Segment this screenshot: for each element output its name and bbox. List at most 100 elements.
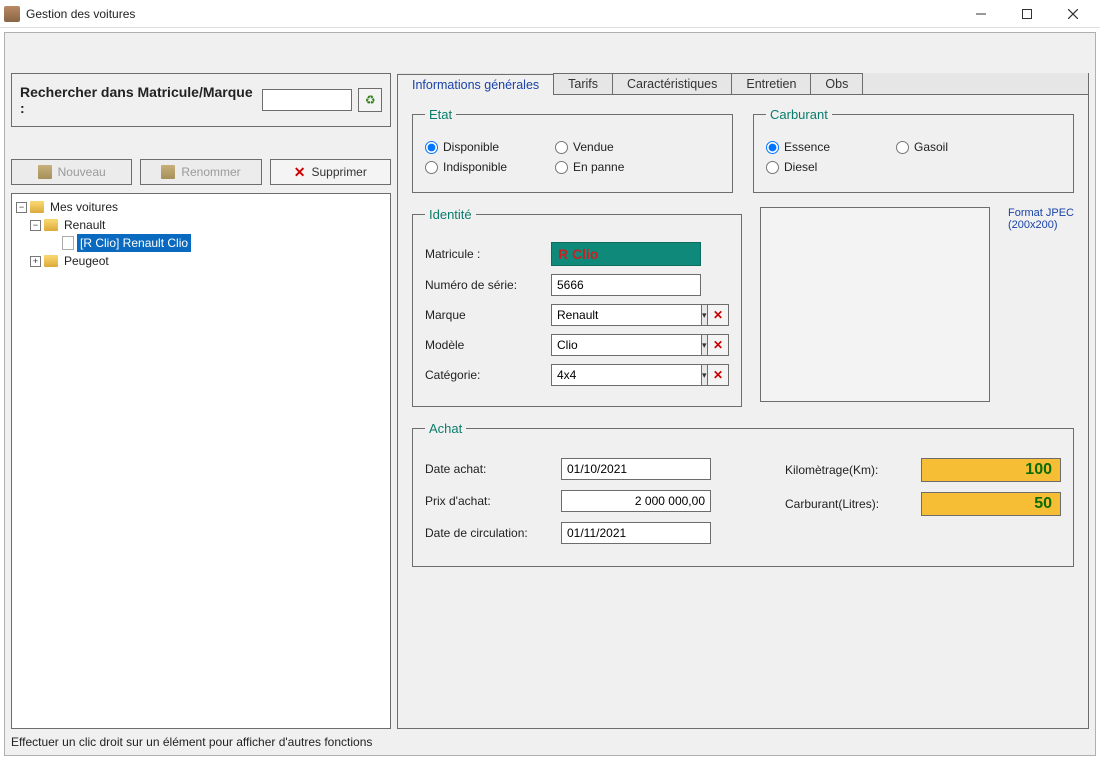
rename-button-label: Renommer: [181, 165, 240, 179]
tab-body: Etat Disponible Vendue: [398, 95, 1088, 728]
tab-obs[interactable]: Obs: [810, 73, 863, 94]
photo-placeholder[interactable]: [760, 207, 990, 402]
tree-view[interactable]: − Mes voitures − Renault [R Clio] Renaul…: [11, 193, 391, 729]
document-icon: [62, 236, 74, 250]
km-label: Kilomètrage(Km):: [785, 463, 915, 477]
radio-disponible-input[interactable]: [425, 141, 438, 154]
rename-button[interactable]: Renommer: [140, 159, 261, 185]
radio-enpanne-input[interactable]: [555, 161, 568, 174]
modele-combo[interactable]: ▾: [551, 334, 701, 356]
radio-diesel[interactable]: Diesel: [766, 160, 870, 174]
cross-icon: ✕: [713, 368, 723, 382]
achat-group: Achat Date achat: Prix d'achat:: [412, 421, 1074, 567]
date-circulation-input[interactable]: [561, 522, 711, 544]
radio-enpanne[interactable]: En panne: [555, 160, 659, 174]
radio-vendue-input[interactable]: [555, 141, 568, 154]
tab-tarifs[interactable]: Tarifs: [553, 73, 613, 94]
minimize-icon: [976, 9, 986, 19]
photo-hint: Format JPEC (200x200): [1008, 207, 1074, 421]
tabs-container: Informations générales Tarifs Caractéris…: [397, 73, 1089, 729]
folder-icon: [38, 165, 52, 179]
achat-legend: Achat: [425, 421, 466, 436]
tab-informations-generales[interactable]: Informations générales: [397, 74, 554, 95]
delete-button-label: Supprimer: [312, 165, 367, 179]
radio-indisponible[interactable]: Indisponible: [425, 160, 529, 174]
photo-hint-line1: Format JPEC: [1008, 207, 1074, 219]
radio-label: Gasoil: [914, 140, 948, 154]
footer-hint: Effectuer un clic droit sur un élément p…: [5, 729, 1095, 755]
litres-label: Carburant(Litres):: [785, 497, 915, 511]
date-achat-label: Date achat:: [425, 462, 555, 476]
tab-caracteristiques[interactable]: Caractéristiques: [612, 73, 732, 94]
modele-input[interactable]: [551, 334, 701, 356]
actions-row: Nouveau Renommer ✕ Supprimer: [11, 159, 391, 185]
modele-clear-button[interactable]: ✕: [707, 334, 729, 356]
identite-legend: Identité: [425, 207, 476, 222]
collapse-icon[interactable]: −: [16, 202, 27, 213]
maximize-icon: [1022, 9, 1032, 19]
carburant-group: Carburant Essence Gasoil: [753, 107, 1074, 193]
etat-legend: Etat: [425, 107, 456, 122]
marque-combo[interactable]: ▾: [551, 304, 701, 326]
matricule-field[interactable]: R Clio: [551, 242, 701, 266]
radio-label: En panne: [573, 160, 624, 174]
km-value[interactable]: 100: [921, 458, 1061, 482]
delete-button[interactable]: ✕ Supprimer: [270, 159, 391, 185]
identite-group: Identité Matricule : R Clio Numéro de sé…: [412, 207, 742, 407]
cross-icon: ✕: [713, 308, 723, 322]
numserie-input[interactable]: [551, 274, 701, 296]
minimize-button[interactable]: [958, 0, 1004, 28]
carburant-legend: Carburant: [766, 107, 832, 122]
prix-input[interactable]: [561, 490, 711, 512]
radio-gasoil-input[interactable]: [896, 141, 909, 154]
tab-entretien[interactable]: Entretien: [731, 73, 811, 94]
categorie-clear-button[interactable]: ✕: [707, 364, 729, 386]
marque-clear-button[interactable]: ✕: [707, 304, 729, 326]
tabs-bar: Informations générales Tarifs Caractéris…: [397, 73, 1088, 95]
radio-gasoil[interactable]: Gasoil: [896, 140, 1000, 154]
radio-essence[interactable]: Essence: [766, 140, 870, 154]
search-label: Rechercher dans Matricule/Marque :: [20, 84, 256, 116]
cross-icon: ✕: [294, 164, 306, 181]
radio-label: Indisponible: [443, 160, 507, 174]
date-achat-input[interactable]: [561, 458, 711, 480]
radio-label: Disponible: [443, 140, 499, 154]
radio-indisponible-input[interactable]: [425, 161, 438, 174]
litres-value[interactable]: 50: [921, 492, 1061, 516]
folder-icon: [161, 165, 175, 179]
window-title: Gestion des voitures: [26, 7, 135, 21]
radio-label: Vendue: [573, 140, 614, 154]
radio-disponible[interactable]: Disponible: [425, 140, 529, 154]
categorie-label: Catégorie:: [425, 368, 545, 382]
radio-vendue[interactable]: Vendue: [555, 140, 659, 154]
categorie-input[interactable]: [551, 364, 701, 386]
categorie-combo[interactable]: ▾: [551, 364, 701, 386]
tree-root-label: Mes voitures: [47, 198, 121, 216]
refresh-button[interactable]: ♻: [358, 88, 382, 112]
app-icon: [4, 6, 20, 22]
new-button[interactable]: Nouveau: [11, 159, 132, 185]
tree-item-renault[interactable]: − Renault: [16, 216, 386, 234]
folder-icon: [30, 201, 44, 213]
tree-root[interactable]: − Mes voitures: [16, 198, 386, 216]
maximize-button[interactable]: [1004, 0, 1050, 28]
tree-item-label: [R Clio] Renault Clio: [77, 234, 191, 252]
marque-input[interactable]: [551, 304, 701, 326]
radio-label: Diesel: [784, 160, 817, 174]
marque-label: Marque: [425, 308, 545, 322]
close-icon: [1068, 9, 1078, 19]
folder-icon: [44, 255, 58, 267]
search-panel: Rechercher dans Matricule/Marque : ♻: [11, 73, 391, 127]
tree-item-peugeot[interactable]: + Peugeot: [16, 252, 386, 270]
expand-icon[interactable]: +: [30, 256, 41, 267]
tree-item-label: Renault: [61, 216, 108, 234]
collapse-icon[interactable]: −: [30, 220, 41, 231]
close-button[interactable]: [1050, 0, 1096, 28]
tree-item-label: Peugeot: [61, 252, 112, 270]
tree-spacer: [48, 238, 59, 249]
radio-essence-input[interactable]: [766, 141, 779, 154]
tree-item-clio[interactable]: [R Clio] Renault Clio: [16, 234, 386, 252]
radio-diesel-input[interactable]: [766, 161, 779, 174]
search-input[interactable]: [262, 89, 352, 111]
title-bar: Gestion des voitures: [0, 0, 1100, 28]
